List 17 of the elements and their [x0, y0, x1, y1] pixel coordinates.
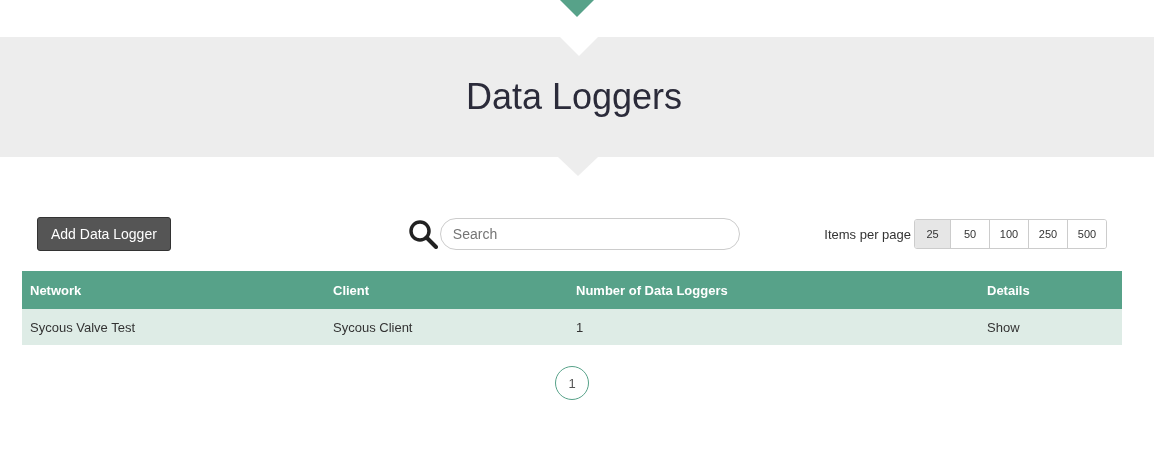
show-link[interactable]: Show [979, 319, 1122, 335]
page-button[interactable]: 1 [555, 366, 589, 400]
page-size-option[interactable]: 25 [915, 220, 950, 248]
items-per-page-label: Items per page [824, 226, 911, 242]
column-header: Client [332, 282, 371, 298]
page-title: Data Loggers [465, 76, 683, 118]
column-header: Number of Data Loggers [575, 282, 729, 298]
add-data-logger-button[interactable]: Add Data Logger [37, 217, 171, 251]
table-cell-text: Sycous Valve Test [29, 319, 136, 335]
column-header: Details [986, 282, 1031, 298]
column-header: Network [29, 282, 83, 298]
table-cell-text: Sycous Client [332, 319, 414, 335]
search-icon [407, 219, 438, 249]
page-size-option[interactable]: 500 [1067, 220, 1106, 248]
search-field[interactable]: Search [439, 218, 740, 250]
table-cell-text: 1 [575, 319, 585, 335]
triangle-marker [560, 0, 594, 17]
